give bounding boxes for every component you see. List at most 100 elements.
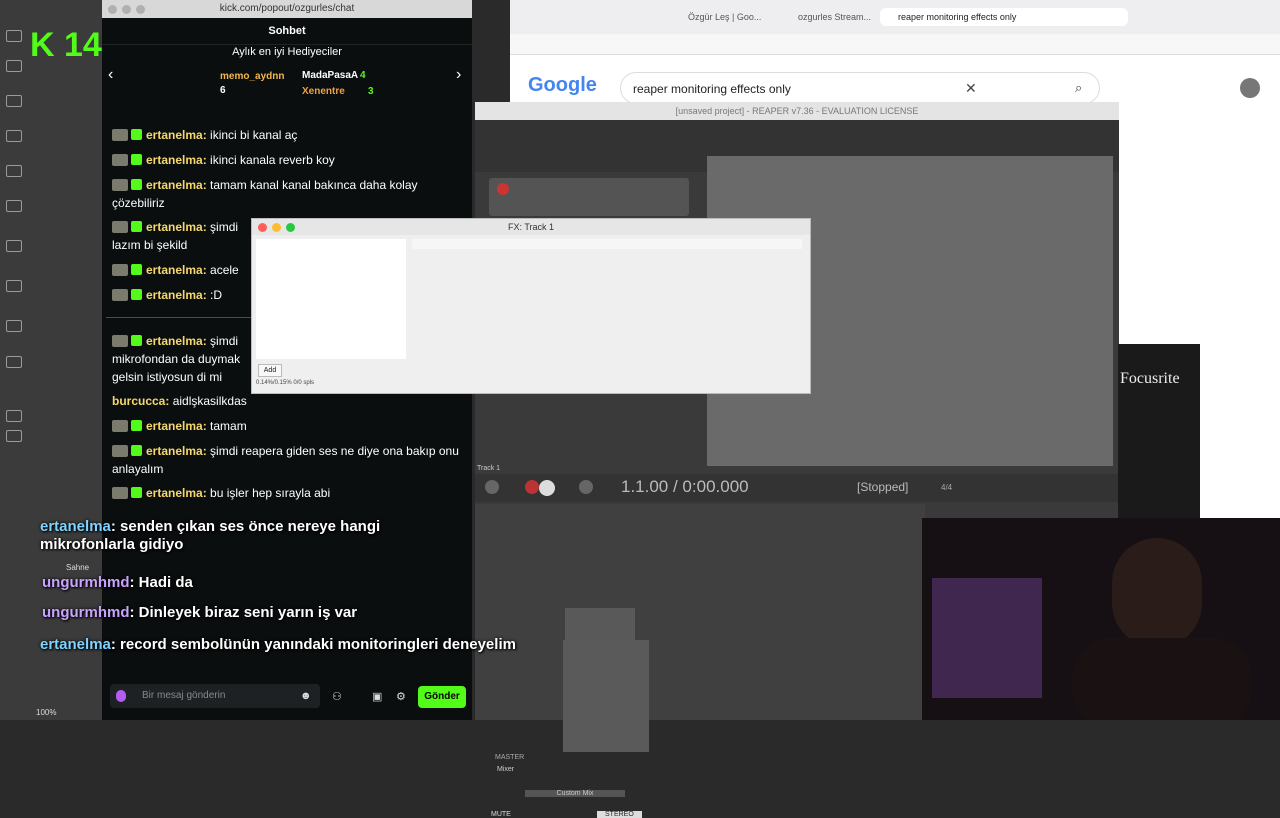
master-label: MASTER — [495, 754, 525, 761]
brush-tool-icon[interactable] — [6, 200, 22, 212]
badge-icon — [112, 420, 128, 432]
gifter-2-count: 4 — [360, 70, 366, 81]
search-input[interactable]: reaper monitoring effects only — [620, 72, 1100, 104]
gifter-3-count: 3 — [368, 86, 374, 97]
tab-2[interactable]: ozgurles Stream... — [780, 8, 888, 26]
search-icon[interactable]: ⌕ — [1075, 80, 1082, 96]
gift-badge-icon — [131, 129, 142, 140]
gift-badge-icon — [131, 154, 142, 165]
prev-arrow-icon[interactable]: ‹ — [108, 66, 113, 84]
gift-badge-icon — [131, 335, 142, 346]
browser-tabbar: Özgür Leş | Goo... ozgurles Stream... re… — [510, 0, 1280, 34]
scene-label: Sahne — [66, 563, 90, 572]
fx-title: FX: Track 1 — [252, 219, 810, 235]
send-button[interactable]: Gönder — [418, 686, 466, 708]
gifters-title: Aylık en iyi Hediyeciler — [232, 46, 342, 58]
close-dot[interactable] — [258, 223, 267, 232]
monitor-glow — [932, 578, 1042, 698]
rewind-icon[interactable] — [485, 480, 499, 494]
emoji-icon[interactable]: ☻ — [300, 690, 312, 702]
badge-icon — [112, 445, 128, 457]
zoom-level: 100% — [36, 708, 57, 717]
fx-plugin-area — [412, 239, 802, 249]
window-titlebar: kick.com/popout/ozgurles/chat — [102, 0, 472, 18]
add-fx-button[interactable]: Add — [258, 364, 282, 377]
chat-message: burcucca: aidlşkasilkdas — [112, 394, 247, 408]
chat-message-input[interactable]: Bir mesaj gönderin — [110, 684, 320, 708]
badge-icon — [112, 129, 128, 141]
gift-badge-icon — [131, 264, 142, 275]
store-icon[interactable]: ▣ — [372, 690, 382, 703]
overlay-message: ungurmhmd: Dinleyek biraz seni yarın iş … — [42, 604, 358, 621]
tab-1[interactable]: Özgür Leş | Goo... — [670, 8, 778, 26]
badge-icon — [112, 487, 128, 499]
minimize-dot[interactable] — [272, 223, 281, 232]
badge-icon — [112, 221, 128, 233]
badge-icon — [112, 179, 128, 191]
overlay-message: ertanelma: record sembolünün yanındaki m… — [40, 636, 516, 653]
master-fader-strip[interactable] — [563, 640, 649, 752]
fx-cpu-stats: 0.14%/0.15% 0/0 spls — [256, 380, 315, 386]
track-label: Track 1 — [477, 465, 501, 472]
eyedropper-icon[interactable] — [6, 165, 22, 177]
badge-icon — [112, 264, 128, 276]
close-dot[interactable] — [108, 5, 117, 14]
gifter-1-name[interactable]: memo_aydnn — [220, 71, 284, 82]
crop-tool-icon[interactable] — [6, 130, 22, 142]
bookmarks-bar — [510, 34, 1280, 55]
google-logo[interactable]: Google — [528, 74, 597, 97]
badge-icon — [112, 289, 128, 301]
fx-chain-list[interactable] — [256, 239, 406, 359]
record-icon[interactable] — [525, 480, 539, 494]
select-tool-icon[interactable] — [6, 60, 22, 72]
next-arrow-icon[interactable]: › — [456, 66, 461, 84]
gifter-2-name[interactable]: MadaPasaA — [302, 70, 358, 81]
minimize-dot[interactable] — [122, 5, 131, 14]
badge-icon — [112, 335, 128, 347]
text-tool-icon[interactable] — [6, 356, 22, 368]
focusrite-logo: Focusrite — [1120, 370, 1180, 387]
overlay-message: ertanelma: senden çıkan ses önce nereye … — [40, 518, 381, 553]
stereo-label[interactable]: STEREO — [597, 811, 642, 818]
gradient-tool-icon[interactable] — [6, 280, 22, 292]
pen-tool-icon[interactable] — [6, 320, 22, 332]
record-arm-icon[interactable] — [497, 183, 509, 195]
chat-message: ertanelma: şimdi reapera giden ses ne di… — [112, 444, 459, 476]
gift-badge-icon — [131, 221, 142, 232]
person-head — [1112, 538, 1202, 648]
lasso-tool-icon[interactable] — [6, 95, 22, 107]
clear-search-icon[interactable]: ✕ — [965, 80, 977, 97]
tab-active[interactable]: reaper monitoring effects only — [880, 8, 1128, 26]
zoom-tool-icon[interactable] — [6, 430, 22, 442]
custom-mix-label[interactable]: Custom Mix — [525, 790, 625, 797]
eraser-tool-icon[interactable] — [6, 240, 22, 252]
mute-label[interactable]: MUTE — [491, 811, 511, 818]
stop-icon[interactable] — [579, 480, 593, 494]
person-body — [1072, 638, 1252, 720]
page-url: kick.com/popout/ozgurles/chat — [219, 3, 355, 14]
badge-icon — [112, 154, 128, 166]
gift-badge-icon — [131, 487, 142, 498]
gift-badge-icon — [131, 420, 142, 431]
chat-header: Sohbet — [102, 18, 472, 45]
settings-gear-icon[interactable]: ⚙ — [396, 690, 406, 703]
play-icon[interactable] — [539, 480, 555, 496]
chat-message: ertanelma: tamam — [112, 417, 462, 435]
gift-badge-icon — [131, 289, 142, 300]
account-avatar[interactable] — [1240, 78, 1260, 98]
overlay-message: ungurmhmd: Hadi da — [42, 574, 193, 591]
time-display: 1.1.00 / 0:00.000 — [621, 477, 749, 496]
mixer-tab[interactable]: Mixer — [497, 766, 514, 773]
webcam-feed — [922, 518, 1280, 720]
chat-message: ertanelma: ikinci kanala reverb koy — [112, 151, 462, 169]
time-signature[interactable]: 4/4 — [941, 483, 952, 492]
move-tool-icon[interactable] — [6, 30, 22, 42]
zoom-dot[interactable] — [136, 5, 145, 14]
microphone-icon[interactable] — [116, 690, 126, 702]
track-panel[interactable] — [489, 178, 689, 216]
gifter-3-name[interactable]: Xenentre — [302, 86, 345, 97]
zoom-dot[interactable] — [286, 223, 295, 232]
users-icon[interactable]: ⚇ — [332, 690, 342, 703]
mixer-panel: MASTER Mixer Custom Mix MUTE STEREO — [475, 504, 925, 818]
hand-tool-icon[interactable] — [6, 410, 22, 422]
